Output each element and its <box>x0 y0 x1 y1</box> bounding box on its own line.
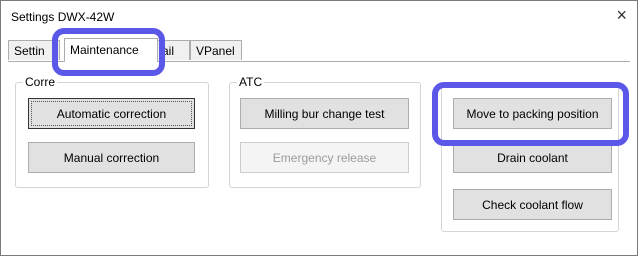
automatic-correction-button[interactable]: Automatic correction <box>28 98 195 129</box>
emergency-release-button: Emergency release <box>240 142 409 173</box>
atc-group-label: ATC <box>237 75 265 89</box>
check-coolant-flow-button[interactable]: Check coolant flow <box>453 189 612 220</box>
tab-vpanel[interactable]: VPanel <box>190 40 242 60</box>
milling-bur-change-test-button[interactable]: Milling bur change test <box>240 98 409 129</box>
packing-button-highlight <box>432 82 629 146</box>
correction-group-label: Corre <box>23 75 58 89</box>
window-title: Settings DWX-42W <box>11 10 115 24</box>
manual-correction-button[interactable]: Manual correction <box>28 142 195 173</box>
close-icon[interactable]: × <box>616 5 627 26</box>
tab-maintenance[interactable]: Maintenance <box>64 38 158 62</box>
drain-coolant-button[interactable]: Drain coolant <box>453 142 612 173</box>
